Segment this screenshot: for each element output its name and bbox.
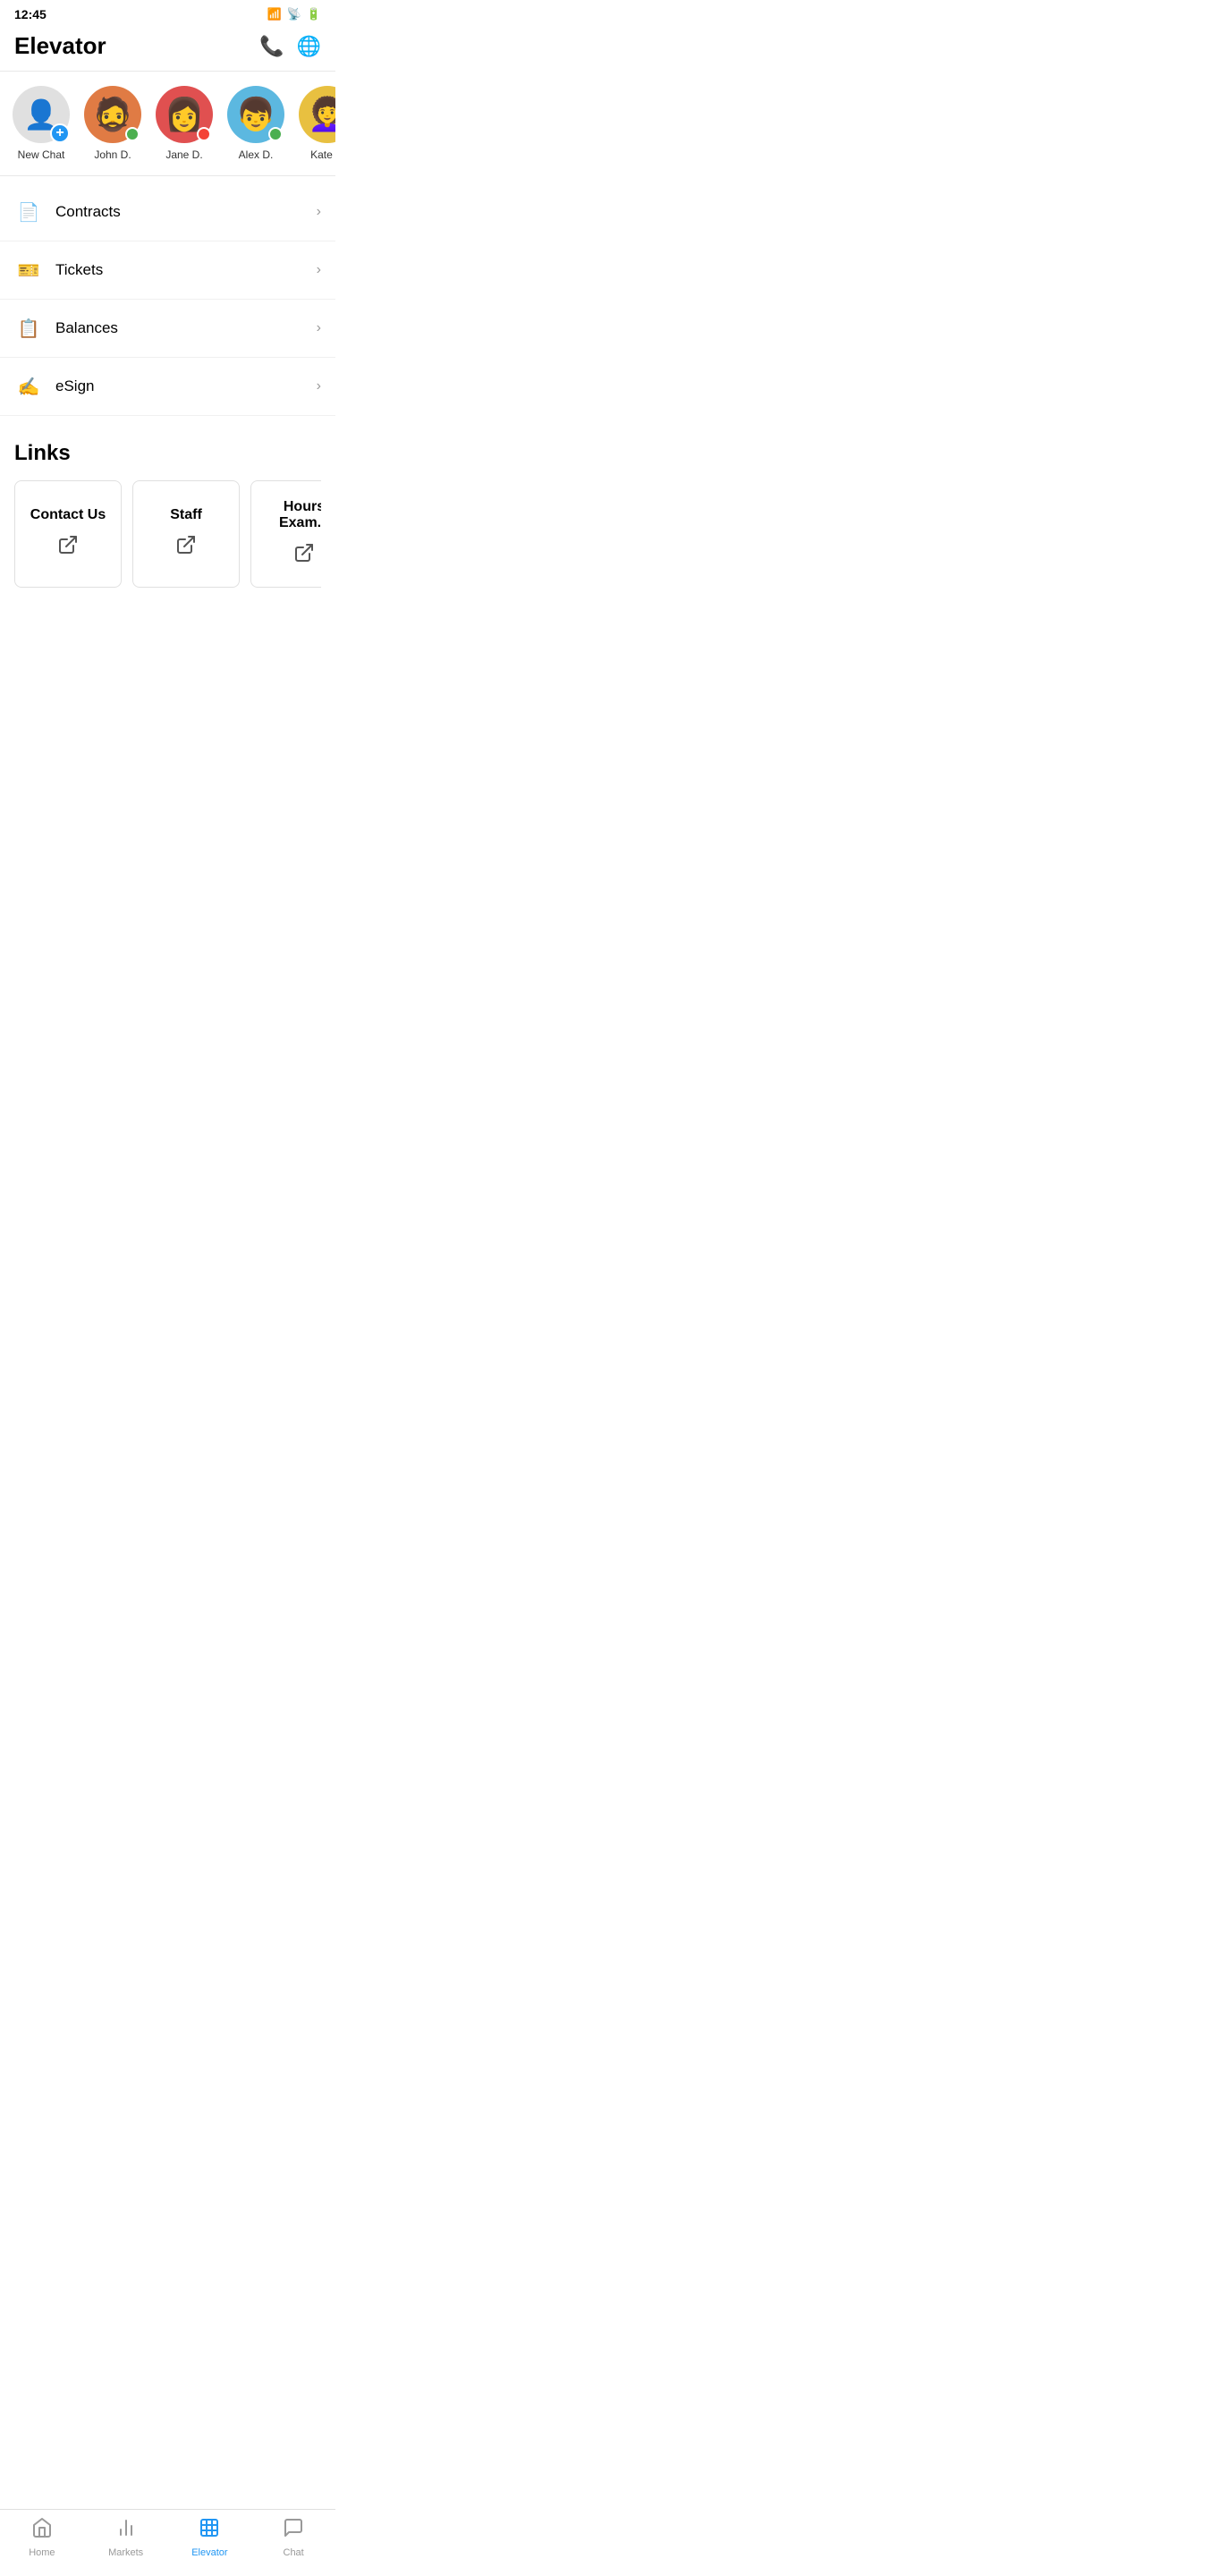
hours-exam-external-icon [293, 542, 315, 569]
contact-new-chat[interactable]: 👤 + New Chat [11, 86, 72, 161]
phone-icon[interactable]: 📞 [259, 35, 284, 58]
new-chat-avatar-container: 👤 + [13, 86, 70, 143]
contacts-row: 👤 + New Chat 🧔 John D. 👩 Jane D. 👦 [0, 72, 335, 176]
contact-john[interactable]: 🧔 John D. [82, 86, 143, 161]
contracts-label: Contracts [55, 203, 317, 221]
balances-chevron: › [317, 320, 321, 336]
markets-label: Markets [108, 2547, 143, 2558]
status-icons: 📶 📡 🔋 [267, 7, 321, 21]
contracts-icon: 📄 [14, 198, 43, 226]
tickets-chevron: › [317, 262, 321, 278]
menu-item-contracts[interactable]: 📄 Contracts › [0, 183, 335, 242]
new-chat-label: New Chat [18, 148, 65, 161]
nav-elevator[interactable]: Elevator [168, 2517, 252, 2558]
menu-item-esign[interactable]: ✍️ eSign › [0, 358, 335, 416]
link-card-staff[interactable]: Staff [132, 480, 240, 588]
esign-label: eSign [55, 377, 317, 395]
app-title: Elevator [14, 32, 106, 60]
esign-chevron: › [317, 378, 321, 394]
alex-status-dot [268, 127, 283, 141]
esign-icon: ✍️ [14, 372, 43, 401]
globe-icon[interactable]: 🌐 [297, 35, 321, 58]
nav-home[interactable]: Home [0, 2517, 84, 2558]
john-avatar-container: 🧔 [84, 86, 141, 143]
staff-external-icon [175, 534, 197, 561]
links-title: Links [14, 441, 321, 466]
balances-label: Balances [55, 319, 317, 337]
jane-status-dot [197, 127, 211, 141]
hours-exam-label: Hours Exam... [266, 499, 321, 531]
balances-icon: 📋 [14, 314, 43, 343]
link-card-contact-us[interactable]: Contact Us [14, 480, 122, 588]
home-icon [31, 2517, 53, 2544]
sim-icon: 📶 [267, 7, 281, 21]
nav-markets[interactable]: Markets [84, 2517, 168, 2558]
new-chat-badge: + [50, 123, 70, 143]
tickets-icon: 🎫 [14, 256, 43, 284]
jane-label: Jane D. [165, 148, 202, 161]
bottom-nav: Home Markets Elevator [0, 2509, 335, 2576]
menu-item-balances[interactable]: 📋 Balances › [0, 300, 335, 358]
jane-avatar-container: 👩 [156, 86, 213, 143]
contact-kate[interactable]: 👩‍🦱 Kate P. [297, 86, 335, 161]
chat-icon [283, 2517, 304, 2544]
links-section: Links Contact Us Staff [0, 423, 335, 598]
header-actions: 📞 🌐 [259, 35, 321, 58]
nav-chat[interactable]: Chat [251, 2517, 335, 2558]
kate-label: Kate P. [310, 148, 335, 161]
status-bar: 12:45 📶 📡 🔋 [0, 0, 335, 25]
elevator-icon [199, 2517, 220, 2544]
john-status-dot [125, 127, 140, 141]
alex-avatar-container: 👦 [227, 86, 284, 143]
tickets-label: Tickets [55, 261, 317, 279]
link-card-hours-exam[interactable]: Hours Exam... [250, 480, 321, 588]
contact-us-label: Contact Us [30, 507, 106, 523]
kate-avatar-container: 👩‍🦱 [299, 86, 335, 143]
contact-alex[interactable]: 👦 Alex D. [225, 86, 286, 161]
kate-avatar: 👩‍🦱 [299, 86, 335, 143]
alex-label: Alex D. [239, 148, 274, 161]
menu-list: 📄 Contracts › 🎫 Tickets › 📋 Balances › ✍… [0, 176, 335, 423]
wifi-icon: 📡 [287, 7, 301, 21]
home-label: Home [29, 2547, 55, 2558]
john-label: John D. [94, 148, 131, 161]
app-header: Elevator 📞 🌐 [0, 25, 335, 72]
contracts-chevron: › [317, 204, 321, 220]
status-time: 12:45 [14, 7, 47, 21]
chat-label: Chat [284, 2547, 304, 2558]
contact-us-external-icon [57, 534, 79, 561]
staff-label: Staff [170, 507, 202, 523]
links-grid: Contact Us Staff Hours Exam... [14, 480, 321, 588]
menu-item-tickets[interactable]: 🎫 Tickets › [0, 242, 335, 300]
markets-icon [115, 2517, 137, 2544]
battery-icon: 🔋 [307, 7, 321, 21]
contact-jane[interactable]: 👩 Jane D. [154, 86, 215, 161]
elevator-label: Elevator [191, 2547, 227, 2558]
